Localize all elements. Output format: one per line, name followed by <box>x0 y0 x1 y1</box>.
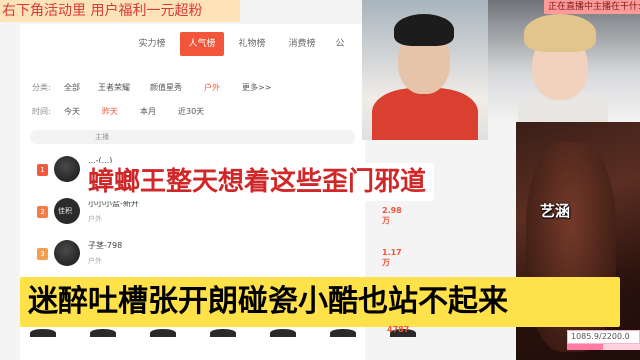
column-header: 主播 <box>30 130 355 144</box>
avatar <box>54 240 80 266</box>
popularity-value: 1.17万 <box>382 248 402 267</box>
time-this-month[interactable]: 本月 <box>140 104 156 120</box>
tab-popularity[interactable]: 人气榜 <box>180 32 224 56</box>
avatar: 佳积 <box>54 198 80 224</box>
live-badge: 正在直播中主播在干什么 <box>544 0 640 14</box>
avatar-logo-text: 佳积 <box>58 207 72 215</box>
rank-number: 1 <box>37 164 48 176</box>
promo-marquee-text: 右下角活动里 用户福利一元超粉 <box>2 3 203 19</box>
tab-spending[interactable]: 消费榜 <box>280 32 324 56</box>
guest-hair <box>524 14 596 52</box>
popularity-value: 2.98万 <box>382 206 402 225</box>
time-today[interactable]: 今天 <box>64 104 80 120</box>
tab-strength[interactable]: 实力榜 <box>130 32 174 56</box>
host-shirt <box>372 88 478 140</box>
avatar <box>54 156 80 182</box>
category-all[interactable]: 全部 <box>64 80 80 96</box>
time-yesterday[interactable]: 昨天 <box>102 104 118 120</box>
event-progress-fill <box>567 344 603 350</box>
category-more[interactable]: 更多>> <box>242 80 271 96</box>
category-showroom[interactable]: 颜值星秀 <box>150 80 182 96</box>
rank-number: 2 <box>37 206 48 218</box>
event-counter: 1085.9/2200.0 <box>567 330 640 344</box>
event-progress-bar <box>567 344 640 350</box>
time-label: 时间: <box>32 107 51 116</box>
category-label: 分类: <box>32 83 51 92</box>
time-last-30-days[interactable]: 近30天 <box>178 104 204 120</box>
rank-number: 3 <box>37 248 48 260</box>
tab-more[interactable]: 公 <box>330 32 350 56</box>
table-row[interactable]: 3 子茎-798 户外 1.17万 <box>32 236 402 276</box>
stream-frame: 实力榜 人气榜 礼物榜 消费榜 公 分类: 全部 王者荣耀 颜值星秀 户外 更多… <box>0 0 640 360</box>
ranking-row-partial <box>30 327 510 337</box>
streamer-category: 户外 <box>88 257 102 265</box>
category-outdoor[interactable]: 户外 <box>204 80 220 96</box>
subtitle-bottom: 迷醉吐槽张开朗碰瓷小酷也站不起来 <box>20 277 620 327</box>
category-honor-of-kings[interactable]: 王者荣耀 <box>98 80 130 96</box>
tab-gift[interactable]: 礼物榜 <box>230 32 274 56</box>
live-badge-text: 正在直播中主播在干什么 <box>548 2 640 12</box>
popularity-value: 4787 <box>387 325 410 334</box>
streamer-name: 子茎-798 <box>88 241 123 250</box>
subtitle-top: 蟑螂王整天想着这些歪门邪道 <box>80 163 435 201</box>
promo-marquee: 右下角活动里 用户福利一元超粉 <box>0 0 240 22</box>
column-header-streamer: 主播 <box>95 133 109 141</box>
streamer-category: 户外 <box>88 215 102 223</box>
host-hair <box>394 14 454 46</box>
webcam-guest <box>488 0 640 122</box>
streamer-name-tag: 艺涵 <box>540 202 571 220</box>
webcam-host <box>362 0 488 140</box>
